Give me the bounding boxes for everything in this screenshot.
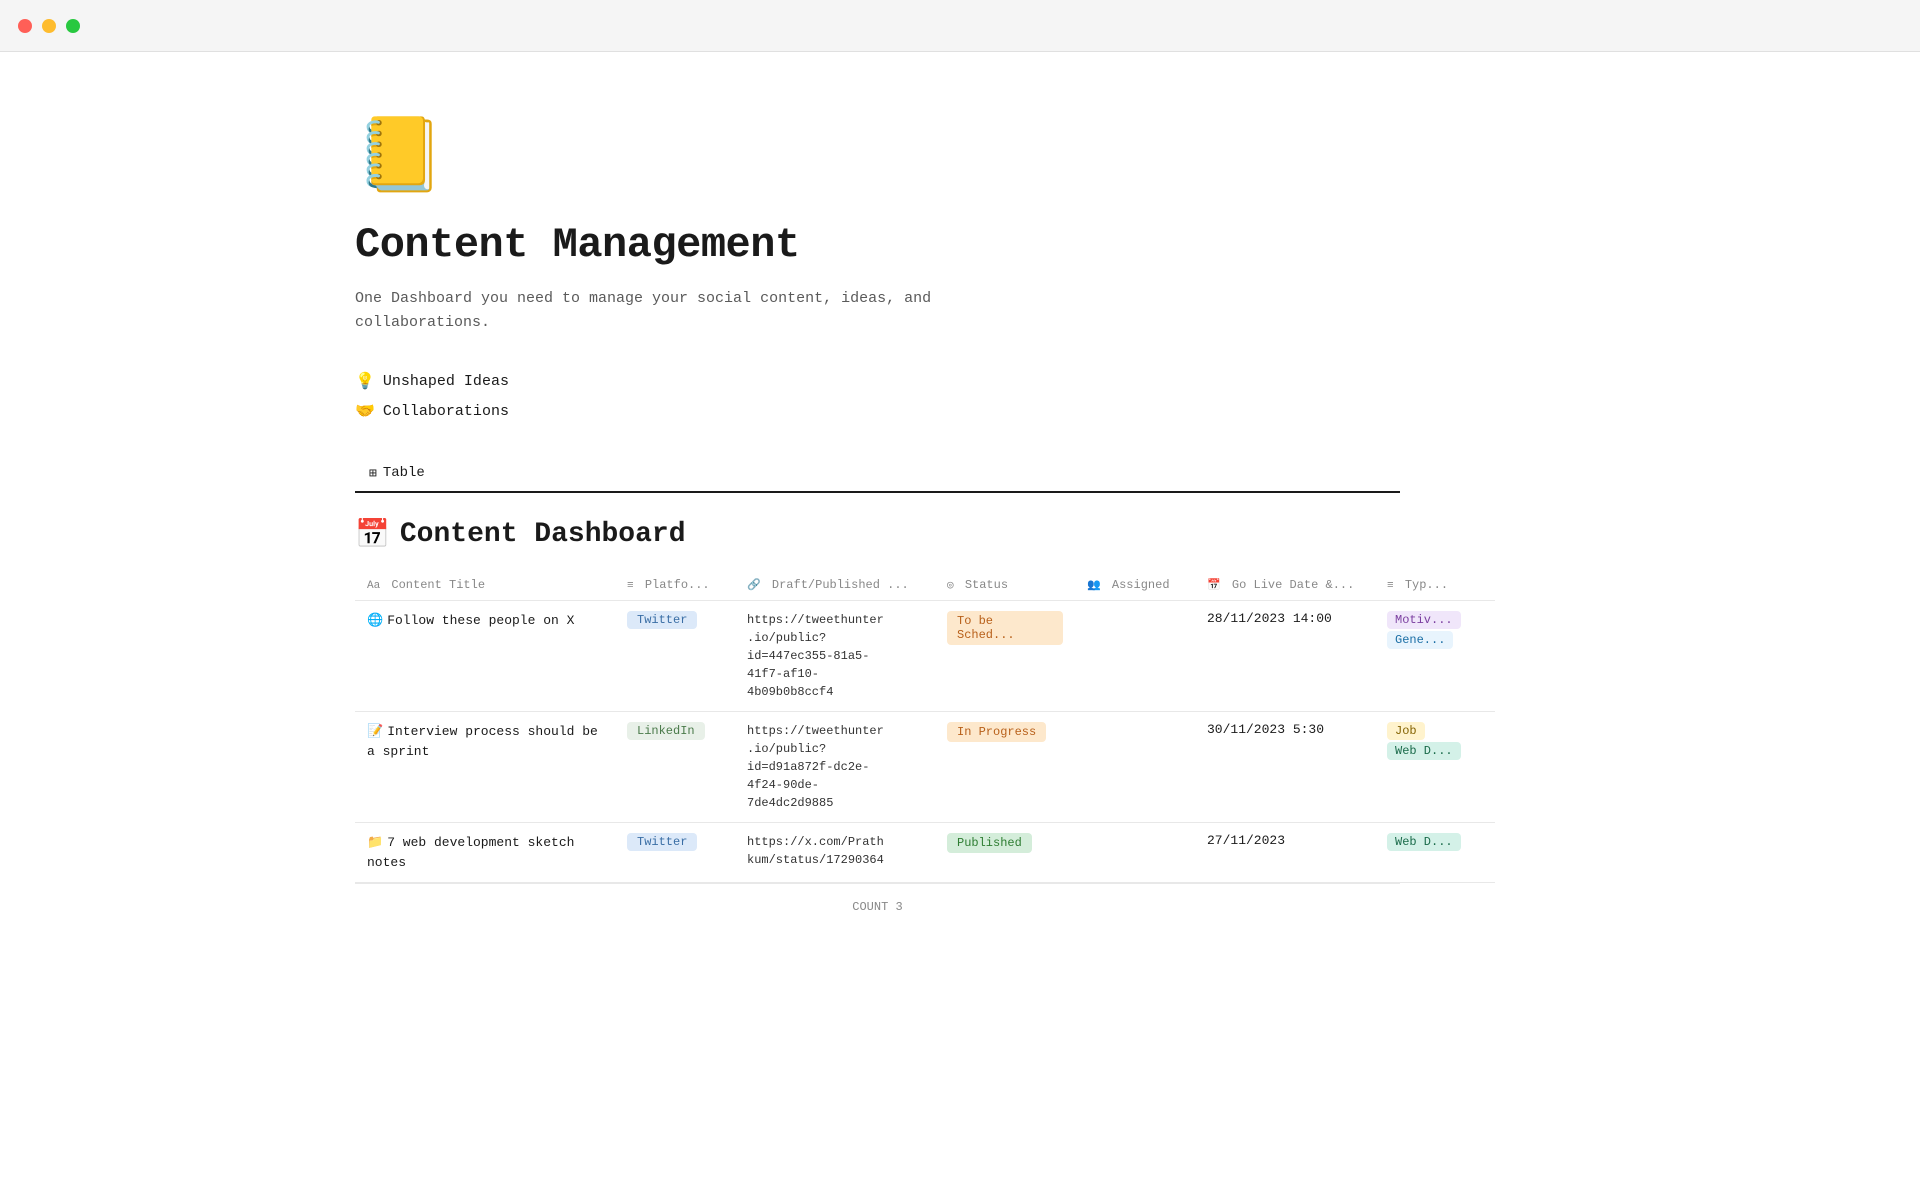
cell-assigned-1	[1075, 712, 1195, 823]
cell-assigned-2	[1075, 823, 1195, 883]
section-title-text: Content Dashboard	[400, 519, 686, 550]
row-title-1: 📝Interview process should be a sprint	[367, 724, 598, 759]
section-icon: 📅	[355, 517, 390, 552]
platform-badge-2: Twitter	[627, 833, 697, 851]
platform-badge-0: Twitter	[627, 611, 697, 629]
col-icon-type: ≡	[1387, 580, 1394, 592]
row-title-0: 🌐Follow these people on X	[367, 613, 574, 628]
collaborations-label: Collaborations	[383, 403, 509, 420]
links-section: 💡 Unshaped Ideas 🤝 Collaborations	[355, 371, 1400, 421]
row-title-2: 📁7 web development sketch notes	[367, 835, 574, 870]
table-row[interactable]: 🌐Follow these people on X Twitter https://…	[355, 601, 1495, 712]
col-icon-golive: 📅	[1207, 580, 1221, 592]
col-icon-platform: ≡	[627, 580, 634, 592]
count-footer: COUNT 3	[355, 883, 1400, 930]
table-tab-icon: ⊞	[369, 466, 377, 481]
cell-type-0: Motiv... Gene...	[1375, 601, 1495, 712]
cell-platform-2: Twitter	[615, 823, 735, 883]
cell-golive-0: 28/11/2023 14:00	[1195, 601, 1375, 712]
type-tag2-1: Web D...	[1387, 742, 1461, 760]
cell-status-2: Published	[935, 823, 1075, 883]
cell-golive-1: 30/11/2023 5:30	[1195, 712, 1375, 823]
col-header-platform: ≡ Platfo...	[615, 570, 735, 601]
page-icon: 📒	[355, 112, 1400, 201]
cell-status-1: In Progress	[935, 712, 1075, 823]
minimize-button[interactable]	[42, 19, 56, 33]
cell-title-2: 📁7 web development sketch notes	[355, 823, 615, 883]
cell-status-0: To be Sched...	[935, 601, 1075, 712]
status-badge-0: To be Sched...	[947, 611, 1063, 645]
table-tab-label: Table	[383, 465, 425, 481]
cell-platform-0: Twitter	[615, 601, 735, 712]
collaborations-icon: 🤝	[355, 401, 375, 421]
cell-title-1: 📝Interview process should be a sprint	[355, 712, 615, 823]
collaborations-link[interactable]: 🤝 Collaborations	[355, 401, 1400, 421]
url-text-2: https://x.com/Prathkum/status/17290364	[747, 835, 884, 867]
type-tag1-1: Job	[1387, 722, 1425, 740]
count-value: 3	[896, 900, 903, 914]
tab-table[interactable]: ⊞ Table	[355, 457, 439, 493]
cell-url-0: https://tweethunter.io/public?id=447ec35…	[735, 601, 935, 712]
main-content: 📒 Content Management One Dashboard you n…	[0, 52, 1400, 990]
col-header-title: Aa Content Title	[355, 570, 615, 601]
tab-bar: ⊞ Table	[355, 457, 1400, 493]
titlebar	[0, 0, 1920, 52]
col-header-type: ≡ Typ...	[1375, 570, 1495, 601]
url-text-1: https://tweethunter.io/public?id=d91a872…	[747, 724, 884, 810]
status-badge-1: In Progress	[947, 722, 1046, 742]
table-row[interactable]: 📝Interview process should be a sprint Lin…	[355, 712, 1495, 823]
data-table: Aa Content Title ≡ Platfo... 🔗 Draft/Pub…	[355, 570, 1495, 883]
platform-badge-1: LinkedIn	[627, 722, 705, 740]
status-badge-2: Published	[947, 833, 1032, 853]
cell-title-0: 🌐Follow these people on X	[355, 601, 615, 712]
unshaped-ideas-link[interactable]: 💡 Unshaped Ideas	[355, 371, 1400, 391]
cell-type-1: Job Web D...	[1375, 712, 1495, 823]
col-icon-status: ◎	[947, 580, 954, 592]
col-icon-assigned: 👥	[1087, 580, 1101, 592]
page-title: Content Management	[355, 221, 1400, 269]
type-tag1-0: Motiv...	[1387, 611, 1461, 629]
table-row[interactable]: 📁7 web development sketch notes Twitter ht…	[355, 823, 1495, 883]
col-header-golive: 📅 Go Live Date &...	[1195, 570, 1375, 601]
table-header-row: Aa Content Title ≡ Platfo... 🔗 Draft/Pub…	[355, 570, 1495, 601]
page-description: One Dashboard you need to manage your so…	[355, 287, 1035, 335]
type-tag2-0: Gene...	[1387, 631, 1453, 649]
unshaped-ideas-label: Unshaped Ideas	[383, 373, 509, 390]
maximize-button[interactable]	[66, 19, 80, 33]
url-text-0: https://tweethunter.io/public?id=447ec35…	[747, 613, 884, 699]
col-header-assigned: 👥 Assigned	[1075, 570, 1195, 601]
cell-type-2: Web D...	[1375, 823, 1495, 883]
cell-url-1: https://tweethunter.io/public?id=d91a872…	[735, 712, 935, 823]
cell-platform-1: LinkedIn	[615, 712, 735, 823]
close-button[interactable]	[18, 19, 32, 33]
type-tag1-2: Web D...	[1387, 833, 1461, 851]
col-header-draft: 🔗 Draft/Published ...	[735, 570, 935, 601]
table-section: ⊞ Table 📅 Content Dashboard Aa Content T…	[355, 457, 1400, 930]
unshaped-ideas-icon: 💡	[355, 371, 375, 391]
section-title: 📅 Content Dashboard	[355, 517, 1400, 552]
cell-url-2: https://x.com/Prathkum/status/17290364	[735, 823, 935, 883]
col-icon-draft: 🔗	[747, 580, 761, 592]
count-label: COUNT	[852, 900, 888, 914]
cell-golive-2: 27/11/2023	[1195, 823, 1375, 883]
col-icon-title: Aa	[367, 580, 380, 592]
cell-assigned-0	[1075, 601, 1195, 712]
col-header-status: ◎ Status	[935, 570, 1075, 601]
